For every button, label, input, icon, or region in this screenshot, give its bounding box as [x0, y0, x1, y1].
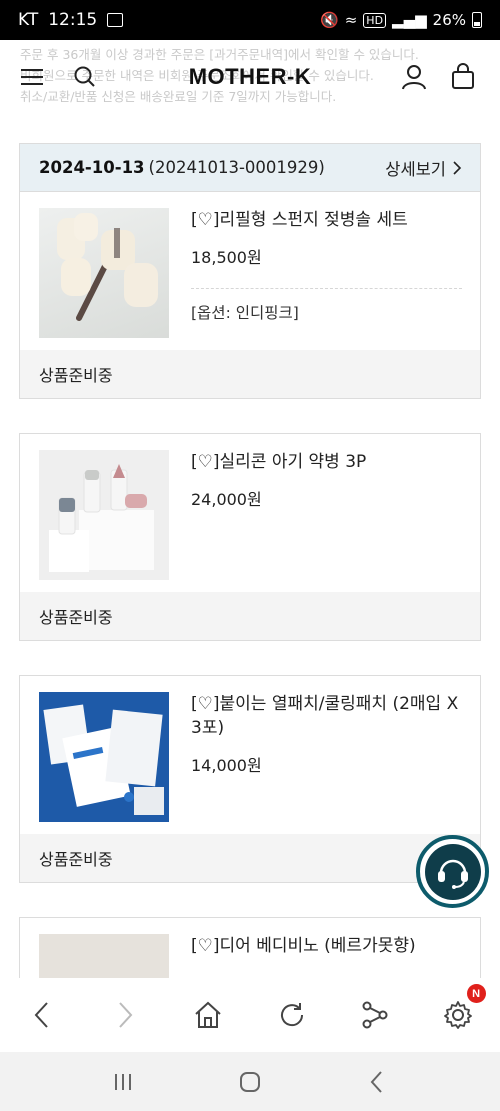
reload-icon: [280, 1003, 303, 1027]
item-status: 상품준비중: [20, 350, 480, 398]
system-back-button[interactable]: [347, 1062, 407, 1102]
order-header: 2024-10-13 (20241013-0001929) 상세보기: [20, 144, 480, 192]
order-date: 2024-10-13: [39, 158, 145, 177]
product-option: [옵션: 인디핑크]: [191, 304, 299, 322]
share-button[interactable]: [333, 978, 416, 1052]
product-image[interactable]: [39, 450, 169, 580]
back-icon: [34, 1002, 48, 1028]
detail-label: 상세보기: [385, 159, 446, 179]
reload-button[interactable]: [250, 978, 333, 1052]
wifi-icon: ≈: [344, 11, 358, 29]
product-name[interactable]: [♡]디어 베디비노 (베르가못향): [191, 934, 462, 958]
recents-button[interactable]: [93, 1062, 153, 1102]
home-button[interactable]: [167, 978, 250, 1052]
gallery-icon: [107, 13, 124, 27]
system-nav-bar: [0, 1052, 500, 1111]
notification-badge: N: [466, 984, 486, 1003]
battery-icon: [472, 12, 482, 28]
order-item[interactable]: [♡]리필형 스펀지 젖병솔 세트 18,500원 [옵션: 인디핑크]: [20, 192, 480, 350]
gear-icon: [444, 1001, 473, 1029]
order-list: 2024-10-13 (20241013-0001929) 상세보기 [♡]리필…: [19, 143, 481, 1111]
detail-link[interactable]: 상세보기: [385, 156, 462, 180]
item-status: 상품준비중: [20, 592, 480, 640]
order-card: 2024-10-13 (20241013-0001929) 상세보기 [♡]리필…: [19, 143, 481, 399]
product-image[interactable]: [39, 692, 169, 822]
hd-icon: HD: [363, 12, 387, 28]
site-header: 주문 후 36개월 이상 경과한 주문은 [과거주문내역]에서 확인할 수 있습…: [0, 40, 500, 116]
chat-button[interactable]: [416, 835, 489, 908]
clock: 12:15: [48, 10, 98, 30]
browser-toolbar: N: [0, 978, 500, 1052]
chat-inner: [424, 843, 481, 900]
mute-icon: 🔇: [320, 11, 339, 29]
order-number: (20241013-0001929): [148, 158, 325, 177]
carrier-label: KT: [18, 10, 39, 30]
status-bar: KT 12:15 🔇 ≈ HD ▂▄▆ 26%: [0, 0, 500, 40]
share-icon: [362, 1001, 388, 1029]
settings-button[interactable]: N: [417, 978, 500, 1052]
home-icon: [195, 1001, 221, 1028]
product-name[interactable]: [♡]실리콘 아기 약병 3P: [191, 450, 462, 474]
back-button[interactable]: [0, 978, 83, 1052]
product-price: 18,500원: [191, 248, 262, 267]
product-image[interactable]: [39, 208, 169, 338]
order-card: [♡]붙이는 열패치/쿨링패치 (2매입 X 3포) 14,000원 상품준비중: [19, 675, 481, 883]
home-circle-icon: [239, 1071, 260, 1092]
order-item[interactable]: [♡]실리콘 아기 약병 3P 24,000원: [20, 434, 480, 592]
item-status: 상품준비중: [20, 834, 480, 882]
option-divider: [191, 288, 462, 289]
bag-icon[interactable]: [448, 62, 478, 92]
product-price: 24,000원: [191, 490, 262, 509]
product-price: 14,000원: [191, 756, 262, 775]
system-home-button[interactable]: [220, 1062, 280, 1102]
forward-icon: [119, 1002, 133, 1028]
chevron-right-icon: [453, 160, 462, 175]
product-name[interactable]: [♡]붙이는 열패치/쿨링패치 (2매입 X 3포): [191, 692, 462, 740]
recents-icon: [115, 1073, 132, 1090]
signal-icon: ▂▄▆: [392, 11, 427, 29]
header-row: MOTHER-K: [0, 54, 500, 102]
order-card: [♡]실리콘 아기 약병 3P 24,000원 상품준비중: [19, 433, 481, 641]
nav-back-icon: [370, 1070, 382, 1093]
order-item[interactable]: [♡]붙이는 열패치/쿨링패치 (2매입 X 3포) 14,000원: [20, 676, 480, 834]
headset-icon: [437, 859, 468, 889]
user-icon[interactable]: [399, 62, 429, 92]
product-name[interactable]: [♡]리필형 스펀지 젖병솔 세트: [191, 208, 462, 232]
battery-percent: 26%: [432, 11, 466, 29]
forward-button[interactable]: [83, 978, 166, 1052]
